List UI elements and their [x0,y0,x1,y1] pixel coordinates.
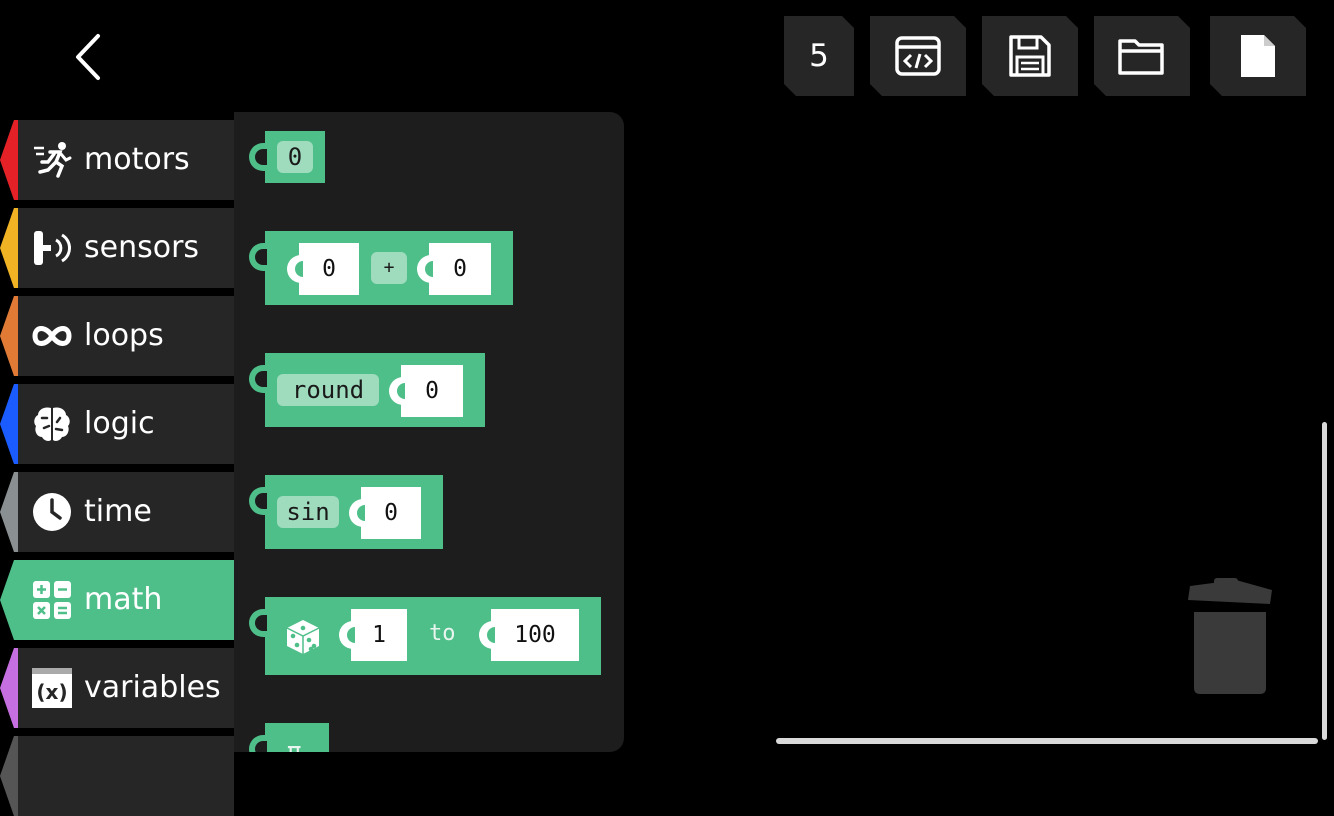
random-to-label: to [429,621,456,646]
level-count: 5 [809,38,829,74]
block-connector [249,609,267,637]
category-color-stripe [0,296,18,376]
random-from-input[interactable]: 1 [339,609,407,661]
trig-block[interactable]: sin 0 [249,475,443,549]
file-icon [1238,32,1278,80]
svg-text:(x): (x) [36,680,67,704]
round-input[interactable]: 0 [389,365,463,417]
category-color-stripe [0,472,18,552]
category-color-stripe [0,736,18,816]
round-block[interactable]: round 0 [249,353,485,427]
dice-icon [286,620,320,654]
code-window-icon [894,35,942,77]
chevron-left-icon [76,34,100,80]
horizontal-scrollbar[interactable] [776,738,1318,744]
arithmetic-block[interactable]: 0 + 0 [249,231,513,305]
number-block[interactable]: 0 [249,131,325,183]
category-color-stripe [0,384,18,464]
back-button[interactable] [60,28,120,86]
infinity-icon [32,326,72,346]
category-label: logic [84,406,155,441]
save-button[interactable] [982,16,1078,96]
operator-dropdown[interactable]: + [371,252,407,284]
trig-input[interactable]: 0 [349,487,421,539]
pi-block[interactable]: π [249,723,329,752]
code-view-button[interactable] [870,16,966,96]
level-counter[interactable]: 5 [784,16,854,96]
category-motors[interactable]: motors [0,120,234,200]
block-connector [249,143,267,171]
category-label: time [84,494,152,529]
random-to-input[interactable]: 100 [479,609,579,661]
random-block[interactable]: 1 to 100 [249,597,601,675]
category-label: variables [84,670,221,705]
category-variables[interactable]: (x) variables [0,648,234,728]
block-connector [249,243,267,271]
category-time[interactable]: time [0,472,234,552]
trig-dropdown[interactable]: sin [277,496,339,528]
arithmetic-left-input[interactable]: 0 [287,243,359,295]
category-loops[interactable]: loops [0,296,234,376]
number-value[interactable]: 0 [277,141,313,173]
category-label: sensors [84,230,200,265]
category-math[interactable]: math [0,560,234,640]
block-connector [249,735,267,752]
category-label: math [84,582,163,617]
category-color-stripe [0,648,18,728]
trash-can[interactable] [1186,578,1278,696]
running-figure-icon [34,142,72,178]
category-label: loops [84,318,164,353]
sensor-wave-icon [34,231,72,265]
category-sensors[interactable]: sensors [0,208,234,288]
category-logic[interactable]: logic [0,384,234,464]
calculator-icon [33,581,71,619]
category-label: motors [84,142,190,177]
arithmetic-right-input[interactable]: 0 [417,243,491,295]
brain-icon [34,407,70,441]
block-connector [249,487,267,515]
round-dropdown[interactable]: round [277,374,379,406]
category-color-stripe [0,208,18,288]
trash-can-icon [1188,578,1272,694]
open-button[interactable] [1094,16,1190,96]
category-more[interactable] [0,736,234,816]
category-color-stripe [0,120,18,200]
folder-icon [1117,35,1167,77]
function-x-icon: (x) [32,668,72,708]
block-flyout: 0 0 + 0 round 0 sin 0 1 to 100 π [234,112,624,752]
block-connector [249,365,267,393]
vertical-scrollbar[interactable] [1322,422,1327,740]
new-file-button[interactable] [1210,16,1306,96]
clock-icon [33,493,71,531]
floppy-disk-icon [1007,33,1053,79]
